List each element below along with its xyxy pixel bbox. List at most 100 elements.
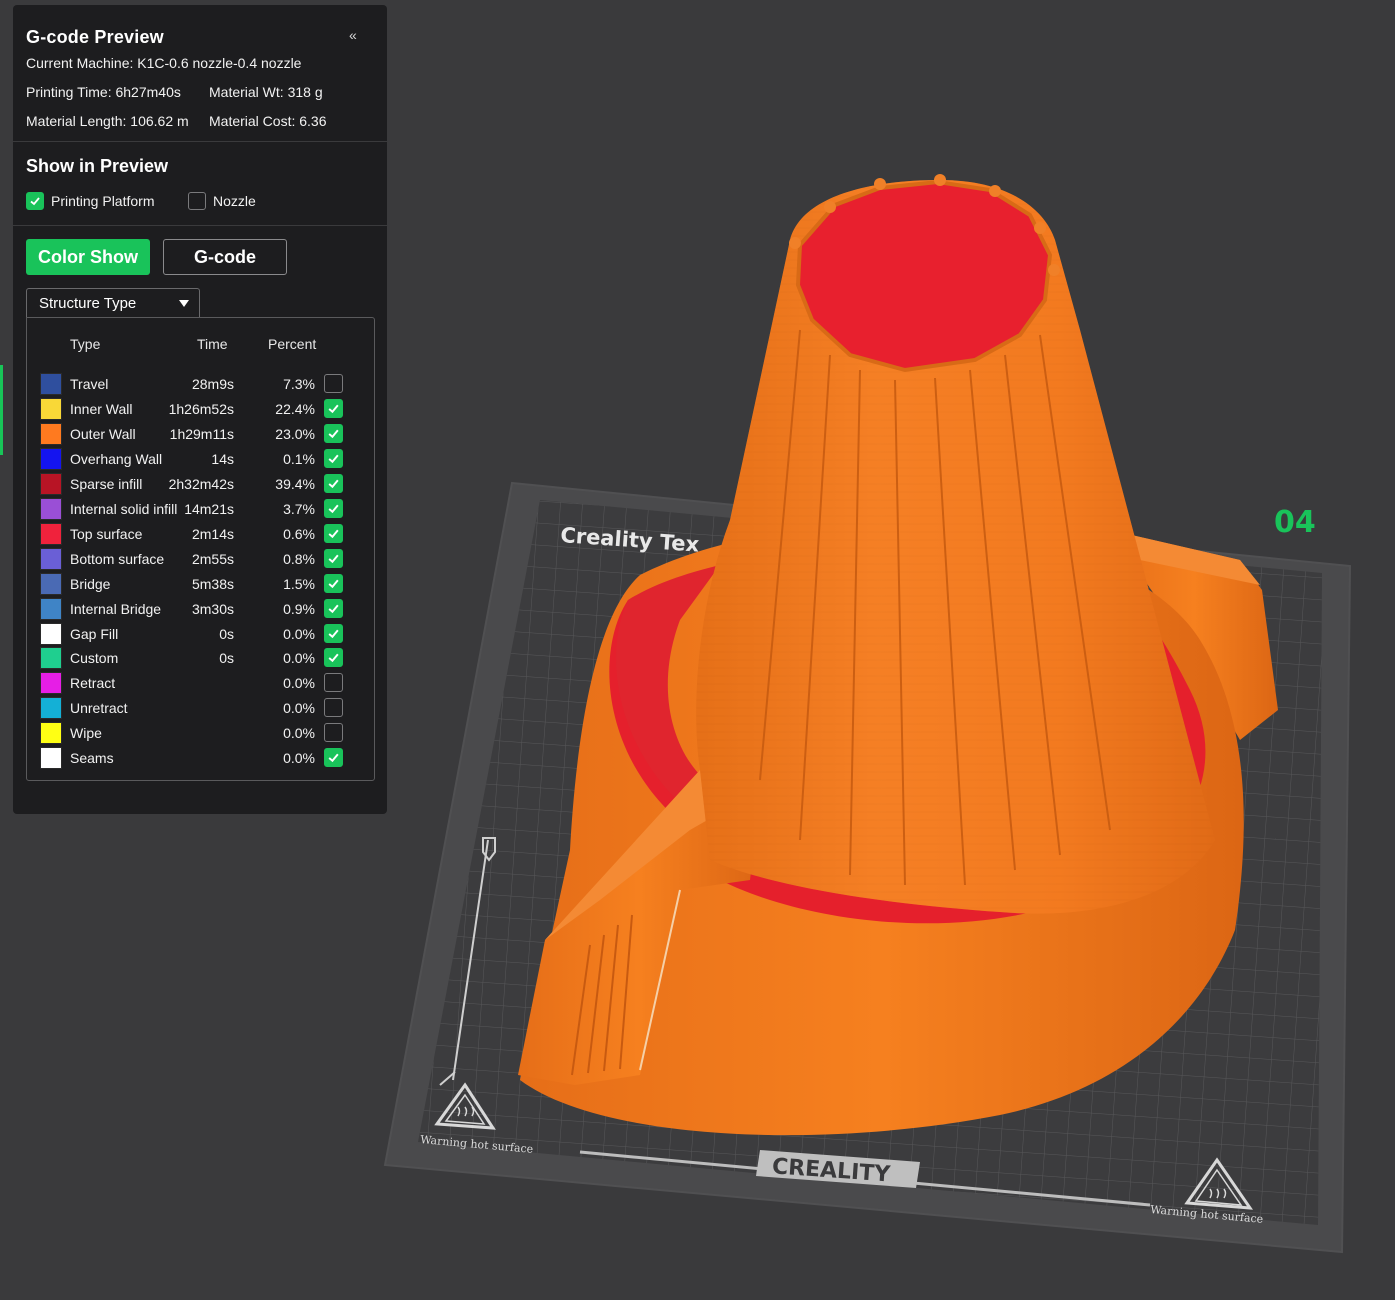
feature-percent: 0.1% <box>283 450 315 467</box>
legend-row: Internal solid infill 14m21s 3.7% <box>27 496 376 521</box>
legend-row: Unretract 0.0% <box>27 695 376 720</box>
feature-time: 0s <box>219 625 234 642</box>
check-icon <box>328 479 339 488</box>
feature-percent: 1.5% <box>283 575 315 592</box>
legend-row: Inner Wall 1h26m52s 22.4% <box>27 396 376 421</box>
gcode-preview-panel: G-code Preview « Current Machine: K1C-0.… <box>13 5 387 814</box>
viewport-edge-accent <box>0 365 3 455</box>
visibility-checkbox[interactable] <box>324 623 343 643</box>
feature-type: Overhang Wall <box>70 450 163 467</box>
feature-type: Outer Wall <box>70 425 136 442</box>
check-icon <box>328 504 339 513</box>
visibility-checkbox[interactable] <box>324 673 343 693</box>
gcode-button[interactable]: G-code <box>163 239 287 275</box>
visibility-checkbox[interactable] <box>324 648 343 668</box>
feature-type: Top surface <box>70 525 143 542</box>
color-swatch <box>40 572 62 595</box>
feature-time: 2h32m42s <box>168 475 234 492</box>
feature-percent: 0.6% <box>283 525 315 542</box>
color-swatch <box>40 697 62 720</box>
feature-time: 14s <box>211 450 234 467</box>
visibility-checkbox[interactable] <box>324 374 343 393</box>
printing-platform-toggle[interactable]: Printing Platform <box>26 191 154 211</box>
printing-platform-checkbox[interactable] <box>26 192 44 210</box>
feature-time: 3m30s <box>191 600 234 617</box>
nozzle-toggle[interactable]: Nozzle <box>188 191 256 211</box>
visibility-checkbox[interactable] <box>324 498 343 518</box>
feature-percent: 0.0% <box>283 725 315 742</box>
divider <box>13 225 387 226</box>
printing-platform-label: Printing Platform <box>51 193 155 209</box>
feature-percent: 0.0% <box>283 625 315 642</box>
visibility-checkbox[interactable] <box>324 473 343 493</box>
divider <box>13 141 387 142</box>
feature-percent: 0.0% <box>283 700 315 717</box>
panel-title: G-code Preview <box>26 27 164 47</box>
feature-type: Internal solid infill <box>70 500 178 517</box>
feature-type: Retract <box>70 675 116 692</box>
printed-model[interactable] <box>518 174 1278 1136</box>
legend-row: Custom 0s 0.0% <box>27 645 376 670</box>
color-swatch <box>40 447 62 470</box>
feature-type: Seams <box>70 750 114 767</box>
color-swatch <box>40 622 62 645</box>
feature-percent: 0.0% <box>283 650 315 667</box>
current-machine-info: Current Machine: K1C-0.6 nozzle-0.4 nozz… <box>26 55 302 71</box>
color-swatch <box>40 522 62 545</box>
check-icon <box>328 529 339 538</box>
color-swatch <box>40 647 62 670</box>
header-type: Type <box>70 336 101 352</box>
check-icon <box>328 554 339 563</box>
feature-type: Inner Wall <box>70 400 133 417</box>
feature-time: 5m38s <box>191 575 234 592</box>
color-swatch <box>40 397 62 420</box>
plate-number: 04 <box>1274 505 1316 540</box>
visibility-checkbox[interactable] <box>324 598 343 618</box>
feature-time: 14m21s <box>184 500 234 517</box>
feature-percent: 39.4% <box>275 475 315 492</box>
visibility-checkbox[interactable] <box>324 548 343 568</box>
feature-percent: 23.0% <box>275 425 315 442</box>
header-percent: Percent <box>268 336 317 352</box>
color-swatch <box>40 747 62 770</box>
color-show-button[interactable]: Color Show <box>26 239 150 275</box>
feature-time: 1h26m52s <box>168 400 234 417</box>
material-weight-info: Material Wt: 318 g <box>209 84 323 100</box>
visibility-checkbox[interactable] <box>324 698 343 718</box>
check-icon <box>328 654 339 663</box>
color-swatch <box>40 472 62 495</box>
legend-row: Outer Wall 1h29m11s 23.0% <box>27 421 376 446</box>
printing-time-info: Printing Time: 6h27m40s <box>26 84 181 100</box>
feature-type: Travel <box>70 376 109 392</box>
legend-row: Wipe 0.0% <box>27 720 376 745</box>
nozzle-checkbox[interactable] <box>188 192 206 210</box>
visibility-checkbox[interactable] <box>324 448 343 468</box>
feature-type: Sparse infill <box>70 475 143 492</box>
visibility-checkbox[interactable] <box>324 573 343 593</box>
visibility-checkbox[interactable] <box>324 523 343 543</box>
legend-row: Bottom surface 2m55s 0.8% <box>27 546 376 571</box>
dropdown-selected-value: Structure Type <box>39 295 137 312</box>
feature-percent: 0.0% <box>283 750 315 767</box>
legend-row: Top surface 2m14s 0.6% <box>27 521 376 546</box>
feature-type: Internal Bridge <box>70 600 162 617</box>
visibility-checkbox[interactable] <box>324 423 343 443</box>
color-swatch <box>40 497 62 520</box>
legend-row: Internal Bridge 3m30s 0.9% <box>27 596 376 621</box>
visibility-checkbox[interactable] <box>324 398 343 418</box>
legend-row: Overhang Wall 14s 0.1% <box>27 446 376 471</box>
collapse-icon[interactable]: « <box>349 27 357 43</box>
color-swatch <box>40 547 62 570</box>
check-icon <box>328 579 339 588</box>
feature-type: Gap Fill <box>70 625 119 642</box>
legend-row: Sparse infill 2h32m42s 39.4% <box>27 471 376 496</box>
feature-time: 0s <box>219 650 234 667</box>
check-icon <box>328 753 339 763</box>
structure-type-dropdown[interactable]: Structure Type <box>26 288 200 318</box>
feature-type: Wipe <box>70 725 102 742</box>
visibility-checkbox[interactable] <box>324 748 343 768</box>
show-in-preview-title: Show in Preview <box>26 156 169 176</box>
visibility-checkbox[interactable] <box>324 723 343 743</box>
check-icon <box>328 604 339 613</box>
feature-time: 2m55s <box>191 550 234 567</box>
